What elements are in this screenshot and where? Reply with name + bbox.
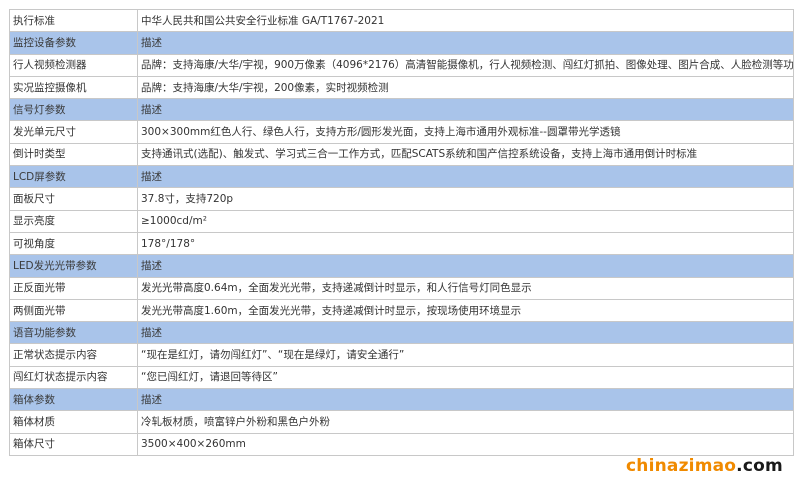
param-value: 支持通讯式(选配)、触发式、学习式三合一工作方式，匹配SCATS系统和国产信控系…	[137, 142, 794, 167]
section-header-row: 监控设备参数 描述	[9, 31, 794, 55]
param-value: 178°/178°	[137, 231, 794, 256]
table-row: 面板尺寸 37.8寸，支持720p	[9, 187, 794, 211]
section-desc-header: 描述	[137, 388, 794, 412]
section-desc-header: 描述	[137, 98, 794, 122]
param-name: 行人视频检测器	[9, 53, 138, 77]
spec-table-body: 执行标准 中华人民共和国公共安全行业标准 GA/T1767-2021 监控设备参数描…	[9, 8, 794, 456]
section-title: 信号灯参数	[9, 98, 138, 122]
section-desc-header: 描述	[137, 254, 794, 278]
section-title: 箱体参数	[9, 388, 138, 412]
section-title: LCD屏参数	[9, 165, 138, 189]
table-row: 两侧面光带 发光光带高度1.60m，全面发光光带，支持递减倒计时显示，按现场使用环…	[9, 298, 794, 323]
section-title: 监控设备参数	[9, 31, 138, 55]
param-name: 显示亮度	[9, 209, 138, 233]
section-header-row: 信号灯参数 描述	[9, 98, 794, 122]
param-value: ≥1000cd/m²	[137, 209, 794, 233]
section-title: LED发光光带参数	[9, 254, 138, 278]
param-name: 正常状态提示内容	[9, 343, 138, 367]
param-name: 实况监控摄像机	[9, 75, 138, 100]
param-value: 中华人民共和国公共安全行业标准 GA/T1767-2021	[137, 8, 794, 33]
param-name: 箱体尺寸	[9, 432, 138, 456]
table-row: 箱体材质 冷轧板材质，喷富锌户外粉和黑色户外粉	[9, 410, 794, 434]
param-value: 品牌：支持海康/大华/宇视，200像素，实时视频检测	[137, 75, 794, 100]
table-row: 行人视频检测器 品牌：支持海康/大华/宇视，900万像素（4096*2176）高清…	[9, 53, 794, 77]
table-row: 闯红灯状态提示内容 “您已闯红灯，请退回等待区”	[9, 365, 794, 390]
param-name: 执行标准	[9, 8, 138, 33]
param-value: “现在是红灯，请勿闯红灯”、“现在是绿灯，请安全通行”	[137, 343, 794, 367]
section-desc-header: 描述	[137, 165, 794, 189]
param-name: 面板尺寸	[9, 187, 138, 211]
section-title: 语音功能参数	[9, 321, 138, 345]
table-row: 执行标准 中华人民共和国公共安全行业标准 GA/T1767-2021	[9, 8, 794, 33]
param-value: 冷轧板材质，喷富锌户外粉和黑色户外粉	[137, 410, 794, 434]
param-value: 发光光带高度0.64m，全面发光光带，支持递减倒计时显示，和人行信号灯同色显示	[137, 276, 794, 300]
param-name: 发光单元尺寸	[9, 120, 138, 144]
watermark-tld: com	[742, 456, 783, 476]
section-header-row: LED发光光带参数 描述	[9, 254, 794, 278]
param-value: 发光光带高度1.60m，全面发光光带，支持递减倒计时显示，按现场使用环境显示	[137, 298, 794, 323]
section-header-row: 语音功能参数 描述	[9, 321, 794, 345]
param-value: 37.8寸，支持720p	[137, 187, 794, 211]
section-desc-header: 描述	[137, 31, 794, 55]
table-row: 正常状态提示内容 “现在是红灯，请勿闯红灯”、“现在是绿灯，请安全通行”	[9, 343, 794, 367]
site-watermark: chinazimao.com	[626, 456, 783, 476]
param-name: 箱体材质	[9, 410, 138, 434]
param-value: 3500×400×260mm	[137, 432, 794, 456]
table-row: 发光单元尺寸 300×300mm红色人行、绿色人行，支持方形/圆形发光面，支持上海…	[9, 120, 794, 144]
param-name: 倒计时类型	[9, 142, 138, 167]
table-row: 倒计时类型 支持通讯式(选配)、触发式、学习式三合一工作方式，匹配SCATS系统和…	[9, 142, 794, 167]
table-row: 箱体尺寸 3500×400×260mm	[9, 432, 794, 456]
param-value: 品牌：支持海康/大华/宇视，900万像素（4096*2176）高清智能摄像机，行…	[137, 53, 794, 77]
param-name: 闯红灯状态提示内容	[9, 365, 138, 390]
table-row: 实况监控摄像机 品牌：支持海康/大华/宇视，200像素，实时视频检测	[9, 75, 794, 100]
table-row: 显示亮度 ≥1000cd/m²	[9, 209, 794, 233]
section-desc-header: 描述	[137, 321, 794, 345]
spec-table: 执行标准 中华人民共和国公共安全行业标准 GA/T1767-2021 监控设备参数描…	[9, 8, 794, 456]
param-name: 正反面光带	[9, 276, 138, 300]
section-header-row: 箱体参数 描述	[9, 388, 794, 412]
param-value: “您已闯红灯，请退回等待区”	[137, 365, 794, 390]
table-row: 正反面光带 发光光带高度0.64m，全面发光光带，支持递减倒计时显示，和人行信号灯…	[9, 276, 794, 300]
table-row: 可视角度 178°/178°	[9, 231, 794, 256]
param-name: 可视角度	[9, 231, 138, 256]
param-name: 两侧面光带	[9, 298, 138, 323]
watermark-dot: .	[736, 456, 743, 476]
section-header-row: LCD屏参数 描述	[9, 165, 794, 189]
param-value: 300×300mm红色人行、绿色人行，支持方形/圆形发光面，支持上海市通用外观标…	[137, 120, 794, 144]
watermark-brand: chinazimao	[626, 456, 737, 476]
